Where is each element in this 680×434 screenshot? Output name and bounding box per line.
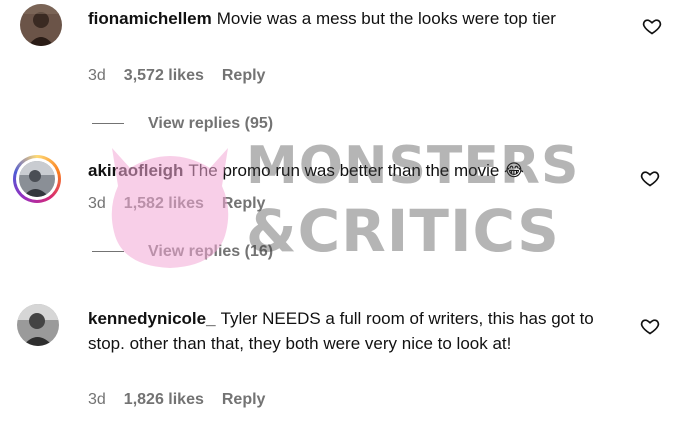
divider	[92, 123, 124, 125]
reply-button[interactable]: Reply	[222, 391, 266, 408]
reply-button[interactable]: Reply	[222, 195, 266, 212]
comment-time: 3d	[88, 195, 106, 212]
avatar[interactable]	[17, 304, 59, 346]
watermark-line2: &CRITICS	[246, 197, 560, 265]
reply-button[interactable]: Reply	[222, 67, 266, 84]
view-replies-label: View replies (95)	[148, 115, 274, 132]
heart-outline-icon[interactable]	[640, 168, 660, 188]
comment-time: 3d	[88, 391, 106, 408]
avatar[interactable]	[13, 155, 61, 203]
comment-likes[interactable]: 1,826 likes	[124, 391, 204, 408]
view-replies-label: View replies (16)	[148, 243, 274, 260]
comment-time: 3d	[88, 67, 106, 84]
heart-outline-icon[interactable]	[640, 316, 660, 336]
divider	[92, 251, 124, 253]
comment-meta: 3d 3,572 likes Reply	[88, 66, 283, 86]
comment-body: The promo run was better than the movie	[188, 161, 500, 180]
comment-likes[interactable]: 1,582 likes	[124, 195, 204, 212]
comment-likes[interactable]: 3,572 likes	[124, 67, 204, 84]
view-replies-button[interactable]: View replies (16)	[92, 242, 273, 262]
comment-meta: 3d 1,582 likes Reply	[88, 194, 283, 214]
laughing-emoji-icon: 😂	[504, 161, 524, 180]
comment-username[interactable]: fionamichellem	[88, 9, 212, 28]
comment-username[interactable]: kennedynicole_	[88, 309, 216, 328]
comment-text: akiraofleigh The promo run was better tha…	[88, 158, 628, 183]
comment-text: fionamichellem Movie was a mess but the l…	[88, 6, 618, 31]
view-replies-button[interactable]: View replies (95)	[92, 114, 273, 134]
comment-body: Movie was a mess but the looks were top …	[216, 9, 556, 28]
heart-outline-icon[interactable]	[642, 16, 662, 36]
comment-meta: 3d 1,826 likes Reply	[88, 390, 283, 410]
comment-username[interactable]: akiraofleigh	[88, 161, 183, 180]
comment-text: kennedynicole_ Tyler NEEDS a full room of…	[88, 306, 628, 356]
avatar[interactable]	[20, 4, 62, 46]
